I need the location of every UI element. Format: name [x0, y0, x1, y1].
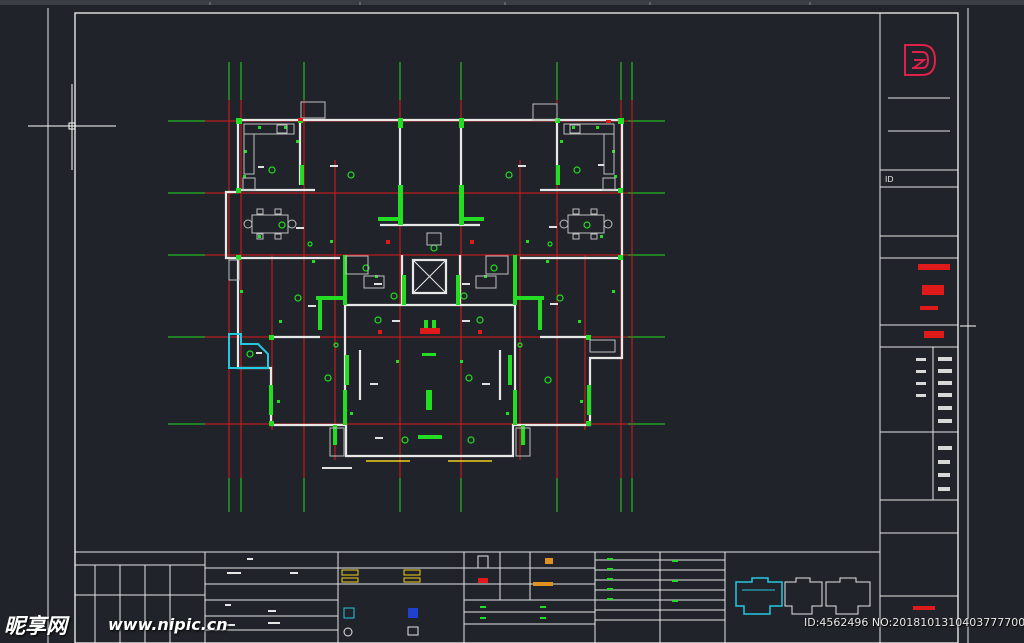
- floor-plan: [168, 62, 665, 512]
- switch-marks: [240, 126, 617, 415]
- walls: [224, 118, 624, 458]
- room-labels: [256, 164, 604, 469]
- watermark-url: www.nipic.cn: [108, 615, 228, 634]
- image-id-text: ID:4562496 NO:20181013104037777000: [804, 616, 1024, 629]
- drawing-frame: [47, 8, 969, 643]
- title-block: ID: [880, 44, 958, 610]
- logo-icon: [904, 44, 937, 76]
- key-plan: [735, 577, 871, 615]
- dimension-lines: [168, 62, 665, 512]
- top-strip: [0, 0, 1024, 5]
- red-labels: [913, 264, 950, 610]
- watermark-brand: 昵享网: [4, 614, 67, 638]
- cad-canvas[interactable]: ID: [0, 0, 1024, 643]
- title-block-entries: [916, 357, 952, 491]
- columns: [236, 118, 624, 445]
- title-block-id-label: ID: [885, 175, 894, 184]
- crosshair-cursor-icon: [28, 84, 116, 170]
